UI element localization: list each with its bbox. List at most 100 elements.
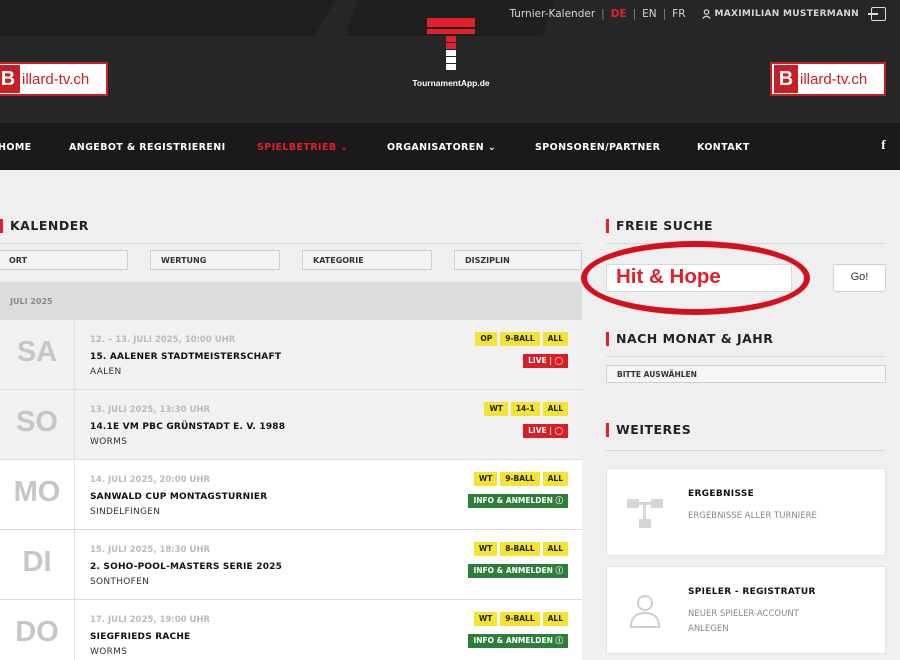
event-tag: ALL <box>542 472 568 486</box>
event-name[interactable]: 14.1E VM PBC GRÜNSTADT E. V. 1988 <box>90 422 285 432</box>
event-location: SINDELFINGEN <box>90 507 161 517</box>
event-tag: WT <box>473 542 498 556</box>
nav-kontakt[interactable]: KONTAKT <box>697 142 750 153</box>
event-weekday: MO <box>0 460 75 529</box>
main-nav: HOME ANGEBOT & REGISTRIERENI SPIELBETRIE… <box>0 123 900 170</box>
card-ergebnisse[interactable]: ERGEBNISSE ERGEBNISSE ALLER TURNIERE <box>606 468 886 556</box>
sitemap-icon <box>627 499 663 528</box>
divider <box>0 243 582 244</box>
event-name[interactable]: 15. AALENER STADTMEISTERSCHAFT <box>90 352 281 362</box>
live-button[interactable]: LIVE | ◯ <box>523 424 568 438</box>
filter-disziplin[interactable]: DISZIPLIN <box>454 250 582 270</box>
event-weekday: DI <box>0 530 75 599</box>
top-bar: Turnier-Kalender | DE | EN | FR MAXIMILI… <box>509 7 886 21</box>
nav-sponsoren[interactable]: SPONSOREN/PARTNER <box>535 142 660 153</box>
separator: | <box>662 8 667 20</box>
month-select[interactable]: BITTE AUSWÄHLEN <box>606 365 886 383</box>
event-date: 17. JULI 2025, 19:00 UHR <box>90 615 211 625</box>
month-year-title: NACH MONAT & JAHR <box>606 332 773 346</box>
more-title: WEITERES <box>606 423 691 437</box>
event-row[interactable]: DO 17. JULI 2025, 19:00 UHR SIEGFRIEDS RAC… <box>0 600 582 660</box>
tournamentapp-logo[interactable]: TournamentApp.de <box>396 18 506 88</box>
lang-de-link[interactable]: DE <box>611 8 627 20</box>
event-tags: WT 8-BALL ALL <box>473 542 568 556</box>
event-location: SONTHOFEN <box>90 577 150 587</box>
event-row[interactable]: DI 15. JULI 2025, 18:30 UHR 2. SOHO-POOL-M… <box>0 530 582 600</box>
logo-bar <box>427 18 475 27</box>
red-highlight-circle <box>581 241 810 315</box>
filter-ort[interactable]: ORT <box>0 250 128 270</box>
nav-angebot[interactable]: ANGEBOT & REGISTRIERENI <box>69 142 226 153</box>
event-date: 12. – 13. JULI 2025, 10:00 UHR <box>90 335 236 345</box>
info-register-button[interactable]: INFO & ANMELDEN ⓘ <box>468 564 568 578</box>
event-name[interactable]: SIEGFRIEDS RACHE <box>90 632 190 642</box>
event-row[interactable]: SO 13. JULI 2025, 13:30 UHR 14.1E VM PBC G… <box>0 390 582 460</box>
event-tag: OP <box>475 332 498 346</box>
event-tag: 9-BALL <box>500 612 540 626</box>
logout-icon[interactable] <box>868 7 886 21</box>
logo-bar <box>427 29 475 34</box>
logo-stem <box>446 50 456 56</box>
event-row[interactable]: MO 14. JULI 2025, 20:00 UHR SANWALD CUP MO… <box>0 460 582 530</box>
site-header: Turnier-Kalender | DE | EN | FR MAXIMILI… <box>0 0 900 123</box>
free-search-title: FREIE SUCHE <box>606 219 713 233</box>
user-name: MAXIMILIAN MUSTERMANN <box>714 9 859 19</box>
facebook-icon[interactable]: f <box>881 137 886 153</box>
month-header: JULI 2025 <box>0 282 582 320</box>
header-decoration <box>0 0 335 36</box>
user-icon <box>629 595 661 628</box>
info-register-button[interactable]: INFO & ANMELDEN ⓘ <box>468 634 568 648</box>
user-icon <box>701 9 711 19</box>
logo-text: TournamentApp.de <box>412 78 490 88</box>
card-description: ERGEBNISSE ALLER TURNIERE <box>688 511 817 521</box>
billard-tv-logo-right[interactable]: B illard-tv.ch <box>770 62 886 96</box>
event-name[interactable]: SANWALD CUP MONTAGSTURNIER <box>90 492 267 502</box>
event-tag: 9-BALL <box>500 332 540 346</box>
user-menu[interactable]: MAXIMILIAN MUSTERMANN <box>701 9 859 19</box>
nav-organisatoren[interactable]: ORGANISATOREN ⌄ <box>387 142 496 153</box>
logo-text: illard-tv.ch <box>22 70 90 88</box>
event-name[interactable]: 2. SOHO-POOL-MASTERS SERIE 2025 <box>90 562 282 572</box>
card-spieler-registratur[interactable]: SPIELER - REGISTRATUR NEUER SPIELER-ACCO… <box>606 566 886 654</box>
event-tags: OP 9-BALL ALL <box>475 332 568 346</box>
nav-spielbetrieb[interactable]: SPIELBETRIEB ⌄ <box>257 142 349 153</box>
event-tag: 14-1 <box>510 402 540 416</box>
info-register-button[interactable]: INFO & ANMELDEN ⓘ <box>468 494 568 508</box>
event-tags: WT 9-BALL ALL <box>473 612 568 626</box>
event-tag: WT <box>473 612 498 626</box>
billard-tv-logo-left[interactable]: B illard-tv.ch <box>0 62 108 96</box>
lang-fr-link[interactable]: FR <box>672 8 685 20</box>
card-title: SPIELER - REGISTRATUR <box>688 587 816 597</box>
filter-wertung[interactable]: WERTUNG <box>150 250 280 270</box>
turnier-kalender-link[interactable]: Turnier-Kalender <box>509 8 595 20</box>
event-tag: WT <box>473 472 498 486</box>
card-description: NEUER SPIELER-ACCOUNT ANLEGEN <box>688 609 799 634</box>
card-title: ERGEBNISSE <box>688 489 755 499</box>
nav-home[interactable]: HOME <box>0 142 32 153</box>
event-weekday: SA <box>0 320 75 389</box>
event-date: 13. JULI 2025, 13:30 UHR <box>90 405 211 415</box>
logo-text: illard-tv.ch <box>800 70 868 88</box>
logo-stem <box>446 64 456 70</box>
live-button[interactable]: LIVE | ◯ <box>523 354 568 368</box>
event-location: WORMS <box>90 437 128 447</box>
event-tag: ALL <box>542 402 568 416</box>
logo-letter: B <box>0 65 20 93</box>
go-button[interactable]: Go! <box>833 264 886 292</box>
event-tags: WT 9-BALL ALL <box>473 472 568 486</box>
logo-letter: B <box>774 65 798 93</box>
divider <box>606 450 886 451</box>
event-tag: WT <box>484 402 508 416</box>
event-weekday: SO <box>0 390 75 459</box>
divider <box>606 356 886 357</box>
event-tag: ALL <box>542 612 568 626</box>
filter-kategorie[interactable]: KATEGORIE <box>302 250 432 270</box>
event-row[interactable]: SA 12. – 13. JULI 2025, 10:00 UHR 15. AALE… <box>0 320 582 390</box>
lang-en-link[interactable]: EN <box>642 8 657 20</box>
logo-stem <box>446 36 456 42</box>
event-date: 15. JULI 2025, 18:30 UHR <box>90 545 211 555</box>
event-tag: 9-BALL <box>500 472 540 486</box>
event-location: WORMS <box>90 647 128 657</box>
event-tag: ALL <box>542 542 568 556</box>
calendar-title: KALENDER <box>0 219 89 233</box>
